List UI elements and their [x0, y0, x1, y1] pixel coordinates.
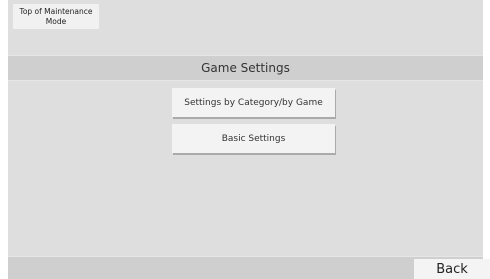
back-label: Back: [436, 261, 468, 277]
bottom-band: [8, 256, 483, 279]
title-band: Game Settings: [8, 55, 483, 81]
back-button[interactable]: Back: [414, 259, 490, 279]
top-of-maintenance-mode-button[interactable]: Top of Maintenance Mode: [13, 4, 99, 29]
top-button-label-line1: Top of Maintenance: [19, 7, 93, 16]
menu-item-label: Settings by Category/by Game: [184, 97, 323, 108]
basic-settings-button[interactable]: Basic Settings: [172, 124, 335, 153]
screen: Top of Maintenance Mode Game Settings Se…: [0, 0, 490, 279]
page-title: Game Settings: [201, 61, 290, 75]
top-button-label-line2: Mode: [45, 17, 67, 26]
menu-item-label: Basic Settings: [221, 133, 286, 144]
settings-by-category-button[interactable]: Settings by Category/by Game: [172, 88, 335, 117]
